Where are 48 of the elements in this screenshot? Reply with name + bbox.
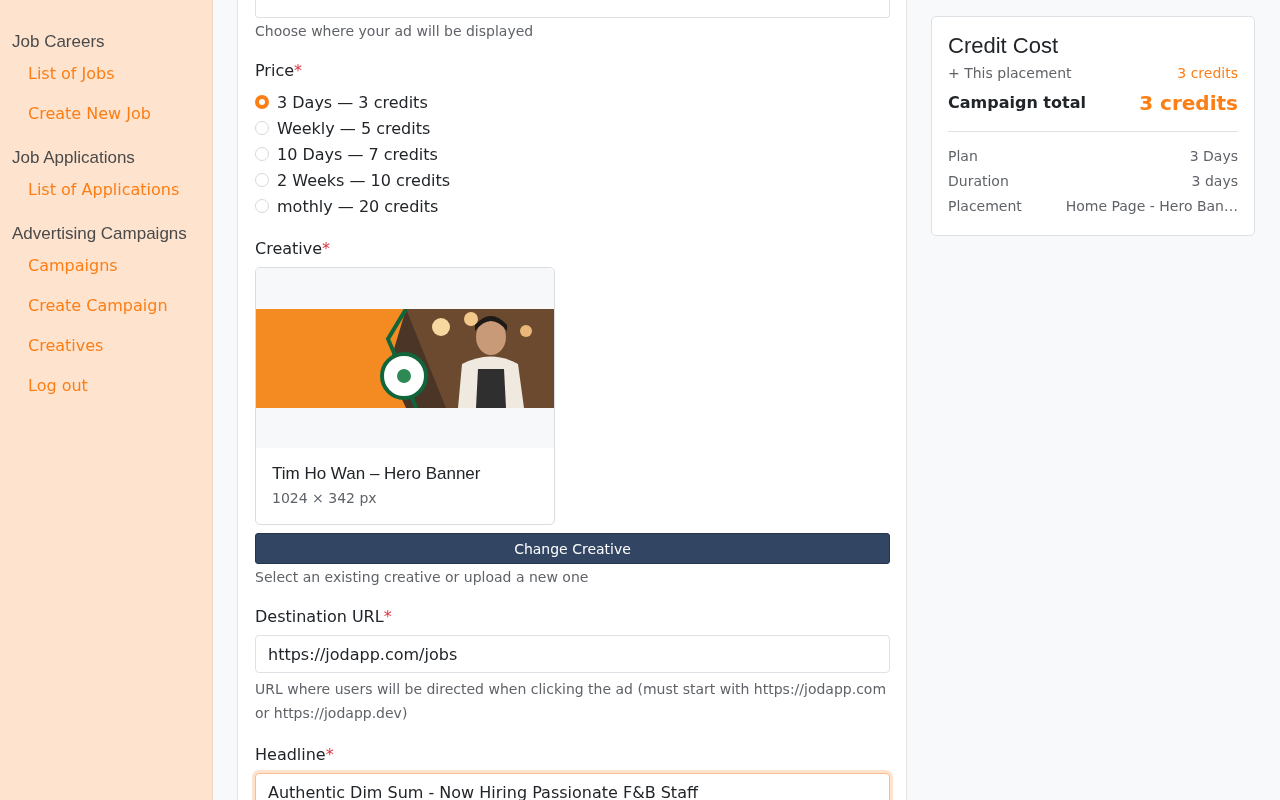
field-label: Headline	[255, 745, 326, 764]
option-label: mothly — 20 credits	[277, 196, 439, 216]
required-mark: *	[325, 745, 334, 764]
radio-button[interactable]	[255, 173, 269, 187]
creative-size: 1024 × 342 px	[272, 490, 378, 506]
radio-button[interactable]	[255, 121, 269, 135]
field-label: Destination URL	[255, 607, 384, 626]
help-text: URL where users will be directed when clicking the ad (must start with https://jodapp.com or https://jodapp.dev)	[255, 680, 888, 723]
sidebar-link[interactable]: Campaigns	[0, 246, 146, 286]
help-text: Choose where your ad will be displayed	[255, 22, 535, 41]
detail-value: Home Page - Hero Ban…	[1065, 197, 1238, 216]
section-heading: Job Applications	[11, 147, 136, 169]
line-label: + This placement	[948, 64, 1072, 83]
field-label: Price	[255, 61, 295, 80]
detail-label: Plan	[948, 147, 978, 166]
url-field[interactable]: https://jodapp.com/jobs	[255, 635, 890, 673]
section-heading: Advertising Campaigns	[11, 223, 188, 245]
total-amount: 3 credits	[1139, 93, 1238, 113]
required-mark: *	[294, 61, 303, 80]
sidebar-link[interactable]: Create New Job	[0, 94, 179, 134]
option-label: 10 Days — 7 credits	[277, 144, 438, 164]
radio-button[interactable]	[255, 95, 269, 109]
change-creative-button[interactable]: Change Creative	[255, 533, 890, 564]
card-title: Credit Cost	[948, 32, 1060, 60]
sidebar-link[interactable]: List of Jobs	[0, 54, 143, 94]
detail-value: 3 Days	[1189, 147, 1238, 166]
option-label: 3 Days — 3 credits	[277, 92, 428, 112]
radio-button[interactable]	[255, 199, 269, 213]
required-mark: *	[322, 239, 331, 258]
placement-select[interactable]	[255, 0, 890, 18]
radio-button[interactable]	[255, 147, 269, 161]
option-label: Weekly — 5 credits	[277, 118, 431, 138]
detail-label: Duration	[948, 172, 1009, 191]
credit-amount: 3 credits	[1177, 64, 1238, 83]
sidebar-link[interactable]: List of Applications	[0, 170, 208, 210]
total-label: Campaign total	[948, 93, 1086, 113]
sidebar-link[interactable]: Log out	[0, 366, 116, 406]
detail-value: 3 days	[1191, 172, 1238, 191]
help-text: Select an existing creative or upload a new one	[255, 568, 590, 587]
section-heading: Job Careers	[11, 31, 106, 53]
option-label: 2 Weeks — 10 credits	[277, 170, 451, 190]
sidebar-link[interactable]: Create Campaign	[0, 286, 196, 326]
creative-name: Tim Ho Wan – Hero Banner	[272, 463, 482, 485]
required-mark: *	[383, 607, 392, 626]
field-label: Creative	[255, 239, 323, 258]
headline-field[interactable]: Authentic Dim Sum - Now Hiring Passionate F&B Staff	[255, 773, 890, 800]
sidebar-link[interactable]: Creatives	[0, 326, 132, 366]
detail-label: Placement	[948, 197, 1022, 216]
